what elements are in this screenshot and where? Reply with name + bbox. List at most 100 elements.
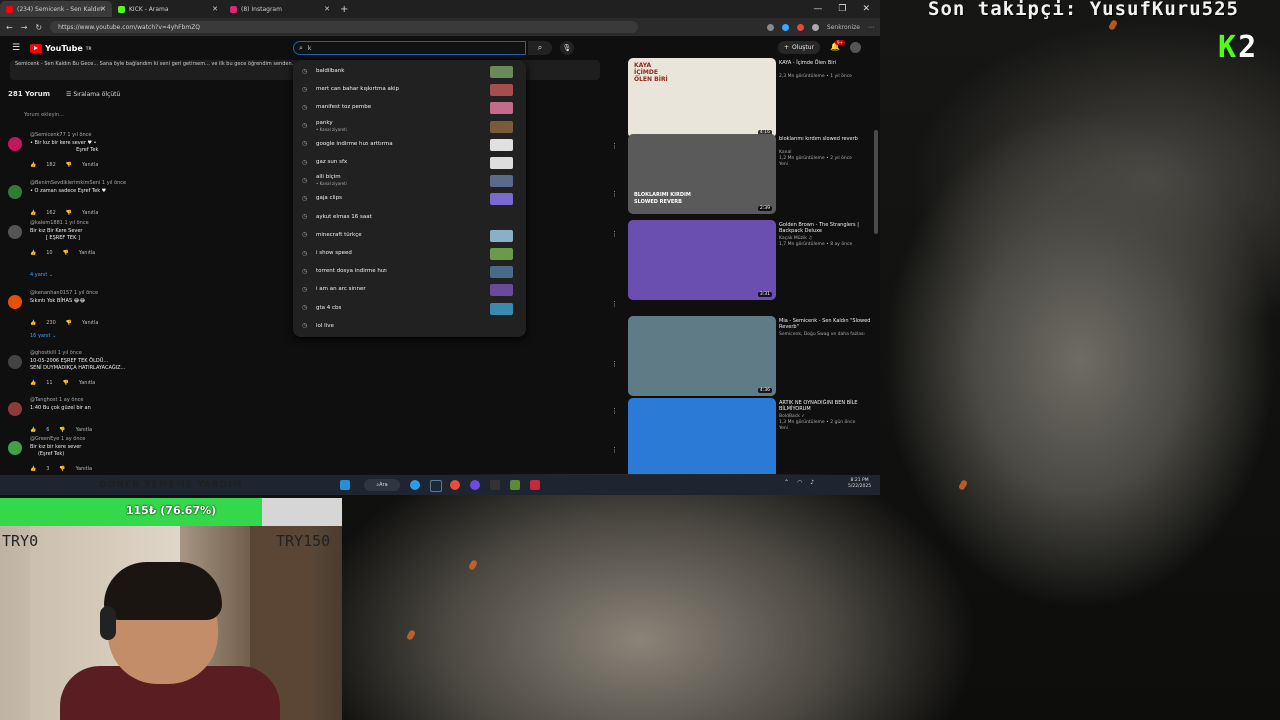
reply-button[interactable]: Yanıtla (82, 162, 98, 168)
recommended-video[interactable]: KAYA İÇİMDE ÖLEN BİRİ 4:16 KAYA - İçimde Ö… (628, 58, 878, 138)
video-title[interactable]: Mia - Semicenk - Sen Kaldın "Slowed Reve… (779, 318, 875, 330)
reload-icon[interactable]: ↻ (35, 23, 42, 32)
chevron-up-icon[interactable]: ⌃ (784, 479, 789, 486)
replies-toggle[interactable]: 4 yanıt ⌄ (30, 272, 53, 278)
search-suggestion[interactable]: ◷ gaz sun sfx (293, 154, 526, 170)
close-window-icon[interactable]: ✕ (862, 4, 870, 14)
recommended-video[interactable]: 3:31 Golden Brown - The Stranglers | Back… (628, 220, 878, 300)
search-suggestion[interactable]: ◷ gta 4 cbs (293, 300, 526, 316)
voice-search-button[interactable]: 🎙 (560, 41, 574, 55)
taskbar-search[interactable]: ⌕ Ara (364, 479, 400, 491)
url-field[interactable]: https://www.youtube.com/watch?v=4yhFbmZQ (50, 21, 639, 33)
commenter-name[interactable]: @Tanghost 1 ay önce (30, 397, 83, 403)
commenter-name[interactable]: @kalem1881 1 yıl önce (30, 220, 89, 226)
recommended-video[interactable]: ARTIK NE OYNADIĞINI BEN BİLE BİLMİYORUM B… (628, 398, 878, 474)
profile-avatar-icon[interactable] (811, 23, 819, 31)
search-suggestion[interactable]: ◷ gaja clips (293, 190, 526, 206)
reply-button[interactable]: Yanıtla (82, 320, 98, 326)
video-thumbnail[interactable]: KAYA İÇİMDE ÖLEN BİRİ 4:16 (628, 58, 776, 138)
tab-youtube[interactable]: (234) Semicenk - Sen Kaldın Bu Gece... ✕ (0, 1, 112, 17)
reply-button[interactable]: Yanıtla (76, 427, 92, 433)
chrome-icon[interactable] (450, 480, 460, 490)
video-title[interactable]: bloklarımı kırdım slowed reverb (779, 136, 875, 142)
like-icon[interactable]: 👍 (30, 250, 36, 256)
forward-icon[interactable]: → (21, 23, 28, 32)
profile-label[interactable]: Senkronize (827, 24, 860, 31)
extension-icon[interactable] (781, 23, 789, 31)
video-thumbnail[interactable]: 4:36 (628, 316, 776, 396)
dislike-icon[interactable]: 👎 (66, 320, 72, 326)
commenter-avatar[interactable] (8, 185, 22, 199)
like-icon[interactable]: 👍 (30, 466, 36, 472)
close-tab-icon[interactable]: ✕ (324, 5, 330, 13)
scrollbar[interactable] (874, 130, 878, 234)
search-suggestion[interactable]: ◷ alli biçim • Kanal ziyareti (293, 172, 526, 188)
reply-button[interactable]: Yanıtla (79, 250, 95, 256)
taskbar-clock[interactable]: 8:21 PM 5/22/2025 (848, 478, 871, 490)
commenter-avatar[interactable] (8, 225, 22, 239)
search-suggestion[interactable]: ◷ minecraft türkçe (293, 227, 526, 243)
steam-icon[interactable] (430, 480, 442, 492)
youtube-logo[interactable]: YouTube TR (30, 43, 92, 53)
search-suggestion[interactable]: ◷ google indirme hızı arttırma (293, 136, 526, 152)
app-icon[interactable] (490, 480, 500, 490)
close-tab-icon[interactable]: ✕ (212, 5, 218, 13)
search-suggestion[interactable]: ◷ manifest toz pembe (293, 99, 526, 115)
extension-icon[interactable] (796, 23, 804, 31)
search-input[interactable]: ⌕ k (293, 41, 526, 55)
like-icon[interactable]: 👍 (30, 427, 36, 433)
hamburger-menu-icon[interactable]: ☰ (12, 43, 20, 53)
tab-kick[interactable]: KICK - Arama ✕ (112, 1, 224, 17)
like-icon[interactable]: 👍 (30, 210, 36, 216)
obs-icon[interactable] (470, 480, 480, 490)
menu-dots-icon[interactable]: ⋯ (868, 24, 874, 31)
search-suggestion[interactable]: ◷ torrent dosya indirme hızı (293, 263, 526, 279)
minimize-icon[interactable]: — (813, 4, 822, 14)
search-suggestion[interactable]: ◷ lol live (293, 318, 526, 334)
like-icon[interactable]: 👍 (30, 380, 36, 386)
video-thumbnail[interactable]: 3:31 (628, 220, 776, 300)
minecraft-icon[interactable] (510, 480, 520, 490)
reply-button[interactable]: Yanıtla (82, 210, 98, 216)
search-suggestion[interactable]: ◷ mert can bahar kışkırtma akip (293, 81, 526, 97)
add-comment-input[interactable]: Yorum ekleyin... (24, 112, 64, 118)
commenter-avatar[interactable] (8, 402, 22, 416)
reply-button[interactable]: Yanıtla (79, 380, 95, 386)
dislike-icon[interactable]: 👎 (63, 250, 69, 256)
more-options-icon[interactable]: ⋮ (611, 446, 618, 454)
wifi-icon[interactable]: ◠ (797, 479, 802, 486)
search-suggestion[interactable]: ◷ panky • Kanal ziyareti (293, 118, 526, 134)
commenter-name[interactable]: @kenanhan0157 1 yıl önce (30, 290, 98, 296)
back-icon[interactable]: ← (6, 23, 13, 32)
dislike-icon[interactable]: 👎 (59, 427, 65, 433)
reply-button[interactable]: Yanıtla (76, 466, 92, 472)
search-suggestion[interactable]: ◷ i am an arc sinner (293, 281, 526, 297)
video-thumbnail[interactable] (628, 398, 776, 474)
dislike-icon[interactable]: 👎 (66, 210, 72, 216)
sort-button[interactable]: ☰ Sıralama ölçütü (66, 91, 120, 98)
account-avatar[interactable] (850, 42, 861, 53)
commenter-name[interactable]: @Semicenk77 1 yıl önce (30, 132, 92, 138)
commenter-avatar[interactable] (8, 355, 22, 369)
more-options-icon[interactable]: ⋮ (611, 360, 618, 368)
commenter-avatar[interactable] (8, 295, 22, 309)
new-tab-icon[interactable]: + (340, 4, 348, 15)
replies-toggle[interactable]: 16 yanıt ⌄ (30, 333, 56, 339)
close-tab-icon[interactable]: ✕ (100, 5, 106, 13)
recommended-video[interactable]: 4:36 Mia - Semicenk - Sen Kaldın "Slowed … (628, 316, 878, 396)
more-options-icon[interactable]: ⋮ (611, 190, 618, 198)
maximize-icon[interactable]: ❐ (838, 4, 846, 14)
search-button[interactable]: ⌕ (528, 41, 552, 55)
video-title[interactable]: KAYA - İçimde Ölen Biri (779, 60, 875, 66)
more-options-icon[interactable]: ⋮ (611, 142, 618, 150)
tab-instagram[interactable]: (8) Instagram ✕ (224, 1, 336, 17)
more-options-icon[interactable]: ⋮ (611, 407, 618, 415)
video-thumbnail[interactable]: BLOKLARIMI KIRDIM SLOWED REVERB 2:39 (628, 134, 776, 214)
recording-app-icon[interactable] (530, 480, 540, 490)
recommended-video[interactable]: BLOKLARIMI KIRDIM SLOWED REVERB 2:39 blokl… (628, 134, 878, 214)
search-suggestion[interactable]: ◷ i show speed (293, 245, 526, 261)
more-options-icon[interactable]: ⋮ (611, 300, 618, 308)
commenter-name[interactable]: @ghostkill 1 yıl önce (30, 350, 82, 356)
video-title[interactable]: Golden Brown - The Stranglers | Backpack… (779, 222, 875, 234)
dislike-icon[interactable]: 👎 (63, 380, 69, 386)
